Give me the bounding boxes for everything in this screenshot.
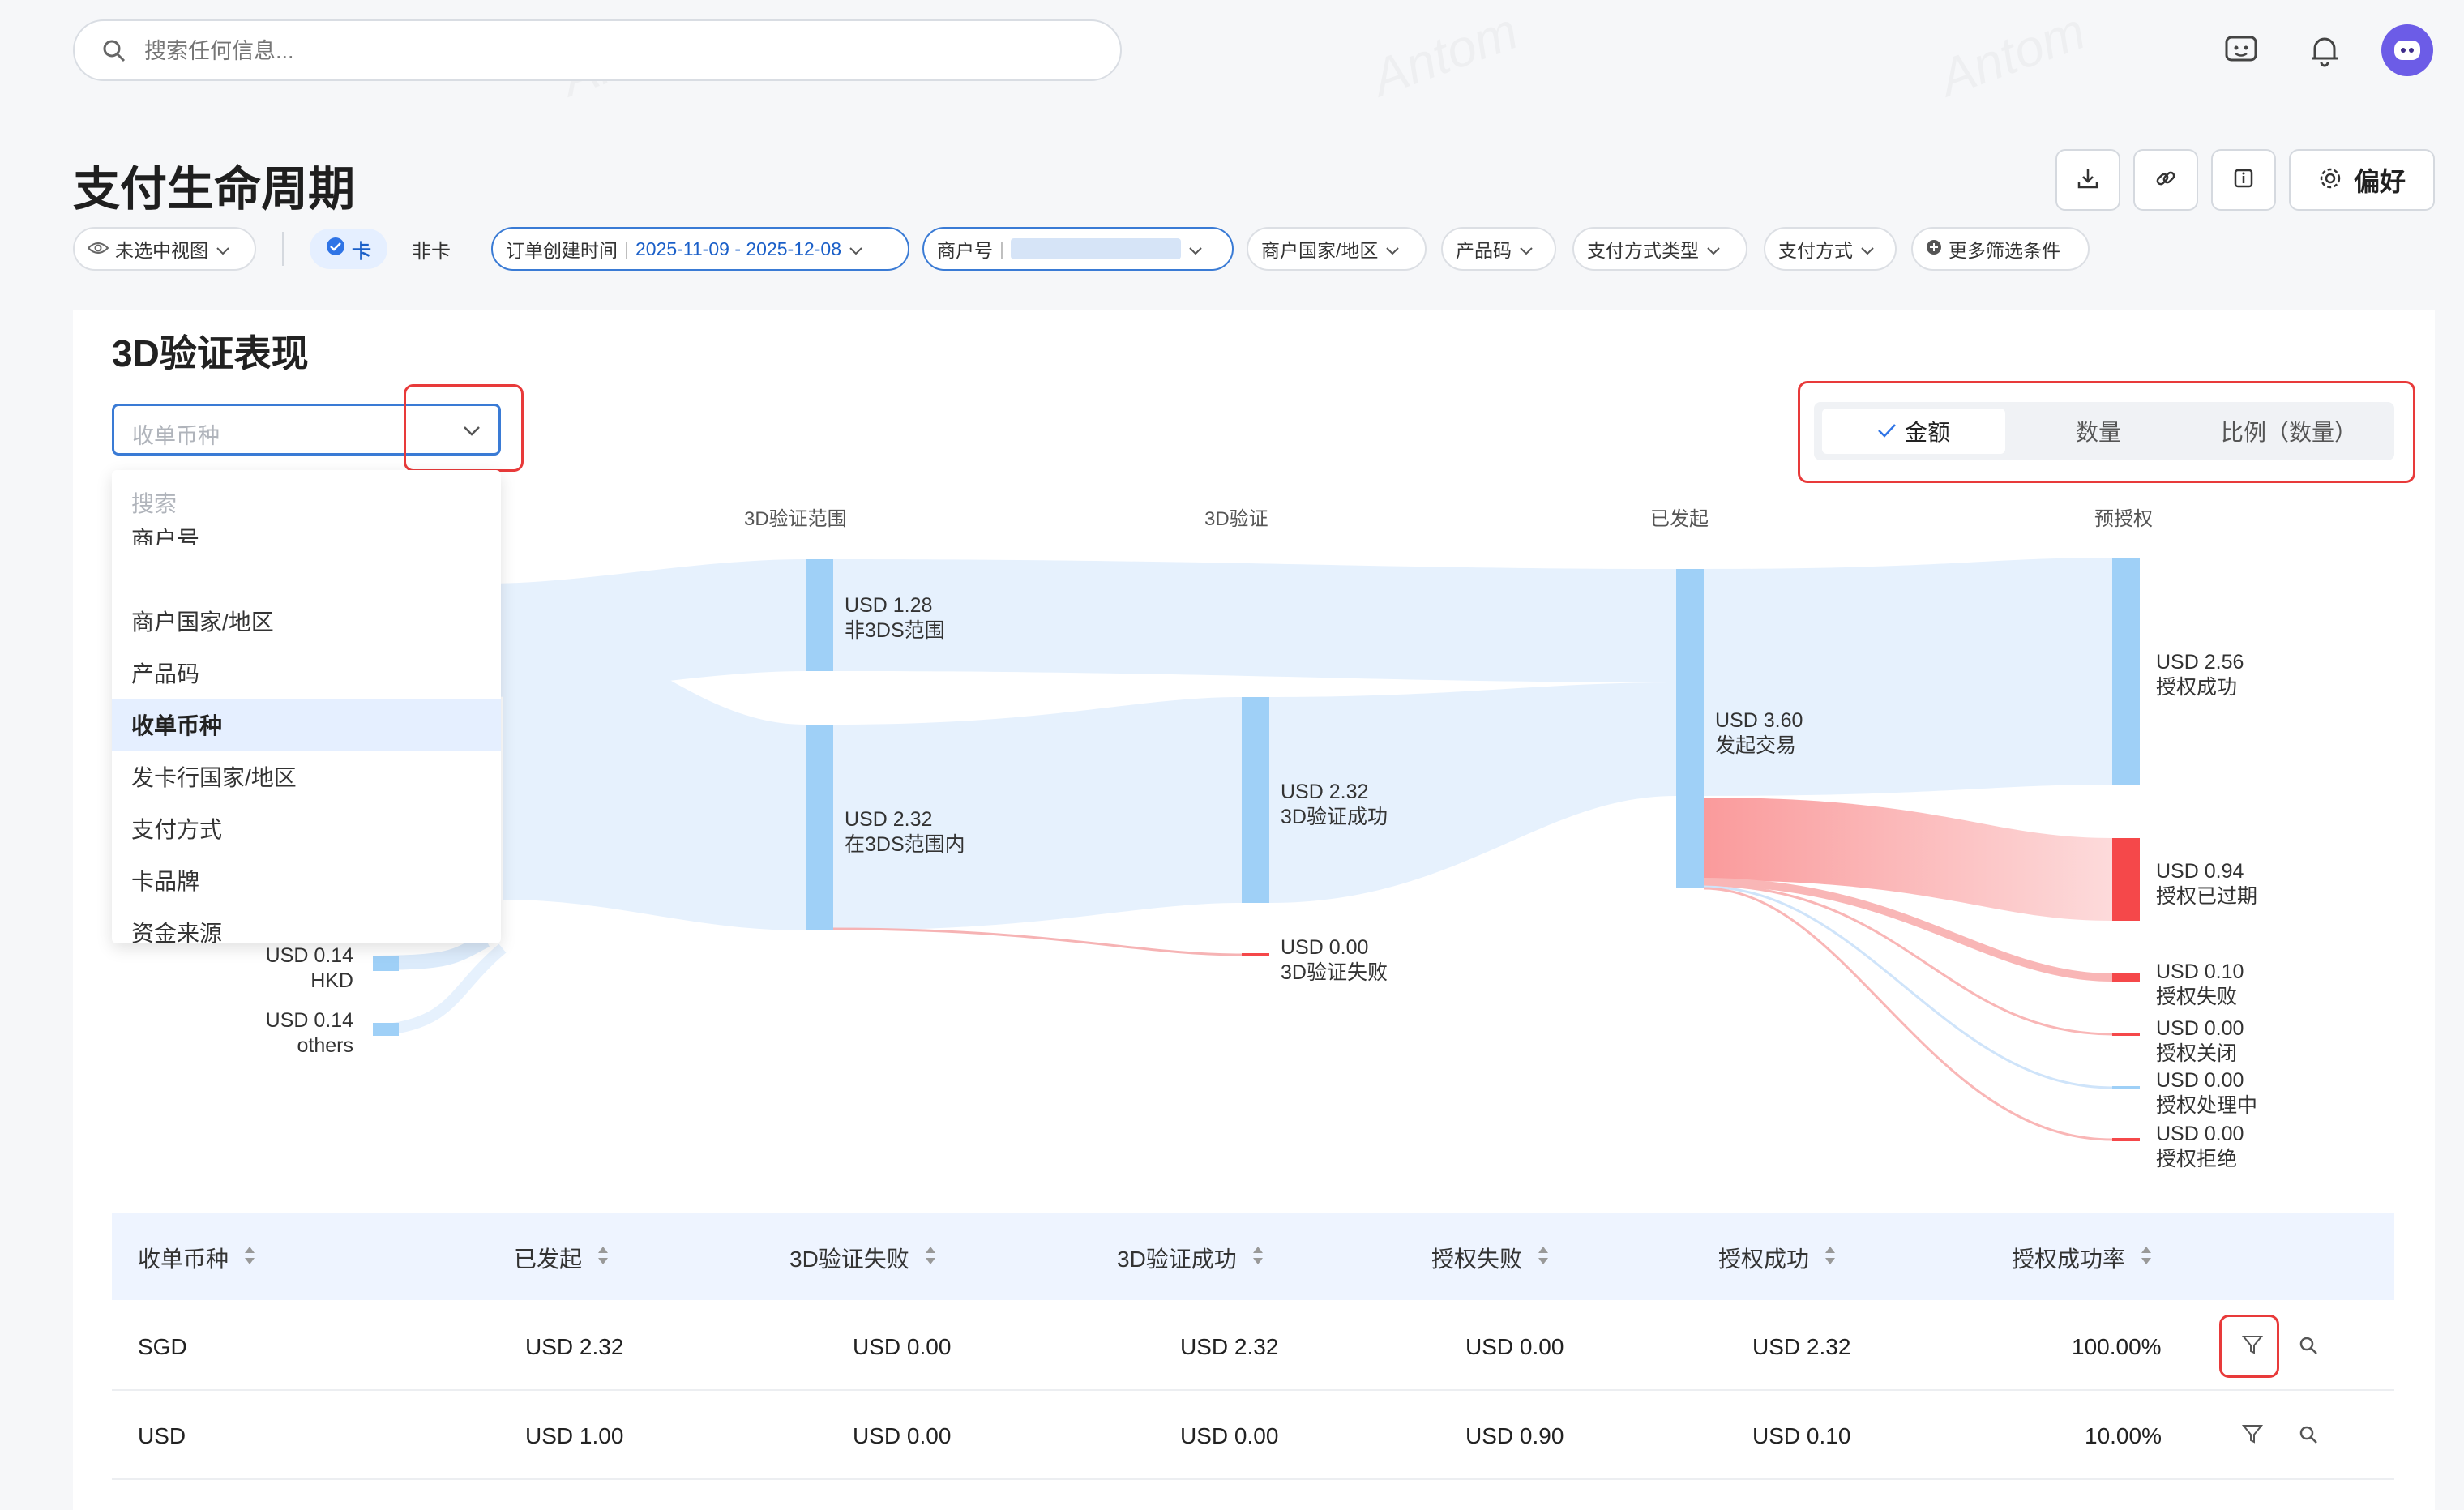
dropdown-item-label: 商户号 (131, 527, 200, 545)
node-label-v-success: USD 2.32 3D验证成功 (1281, 781, 1388, 828)
sort-icon[interactable] (1824, 1245, 1837, 1272)
col-header-initiated[interactable]: 已发起 (514, 1242, 610, 1274)
table-cell: USD 0.90 (1465, 1423, 1564, 1448)
node-auth-closed[interactable] (2112, 1033, 2140, 1036)
table-cell: USD 2.32 (1180, 1334, 1279, 1359)
dropdown-item[interactable]: 商户国家/地区 (112, 595, 501, 647)
node-non3ds[interactable] (806, 559, 833, 671)
flow-initiated-auth-success (1704, 558, 2112, 796)
node-initiated[interactable] (1676, 569, 1704, 888)
dropdown-item-selected[interactable]: 收单币种 (112, 699, 501, 751)
table-cell: USD 2.32 (1752, 1334, 1851, 1359)
highlight-box (2219, 1315, 2279, 1378)
node-label-auth-closed: USD 0.00 授权关闭 (2156, 1017, 2244, 1065)
sort-icon[interactable] (1537, 1245, 1550, 1272)
node-label-v-fail: USD 0.00 3D验证失败 (1281, 936, 1388, 984)
dropdown-item[interactable]: 发卡行国家/地区 (112, 751, 501, 802)
table-cell: USD 0.00 (853, 1423, 952, 1448)
sankey-column-header: 预授权 (2094, 508, 2153, 530)
node-label-initiated: USD 3.60 发起交易 (1715, 709, 1803, 757)
col-header-3ds-success[interactable]: 3D验证成功 (1117, 1242, 1264, 1274)
flow-initiated-auth-rejected (1703, 887, 2113, 1141)
node-auth-rejected[interactable] (2112, 1138, 2140, 1141)
table-cell: USD 0.10 (1752, 1423, 1851, 1448)
table-cell: SGD (138, 1334, 187, 1359)
node-in3ds[interactable] (806, 725, 833, 930)
dropdown-item-partial[interactable]: 商户号 (112, 520, 501, 545)
table-cell: USD (138, 1423, 186, 1448)
search-icon[interactable] (2299, 1425, 2318, 1448)
node-hkd[interactable] (373, 956, 399, 971)
col-header-3ds-fail[interactable]: 3D验证失败 (789, 1242, 937, 1274)
node-v-fail[interactable] (1242, 953, 1269, 956)
node-label-auth-success: USD 2.56 授权成功 (2156, 651, 2244, 699)
sankey-column-header: 3D验证 (1204, 508, 1268, 530)
table-cell: USD 0.00 (853, 1334, 952, 1359)
node-label-non3ds: USD 1.28 非3DS范围 (845, 594, 945, 642)
col-header-currency[interactable]: 收单币种 (138, 1242, 256, 1274)
node-label-hkd: USD 0.14 HKD (265, 944, 353, 992)
table-cell: 10.00% (2085, 1423, 2162, 1448)
flow-non3ds-initiated (833, 559, 1676, 682)
node-auth-processing[interactable] (2112, 1086, 2140, 1089)
node-label-others: USD 0.14 others (265, 1009, 353, 1057)
dimension-dropdown[interactable]: 搜索 商户号 商户国家/地区 产品码 收单币种 发卡行国家/地区 支付方式 卡品… (112, 470, 501, 943)
filter-icon[interactable] (2241, 1423, 2264, 1448)
node-label-in3ds: USD 2.32 在3DS范围内 (845, 808, 965, 856)
dropdown-item[interactable]: 支付方式 (112, 802, 501, 854)
sankey-column-header: 3D验证范围 (744, 508, 847, 530)
sort-icon[interactable] (2140, 1245, 2153, 1272)
table-cell: USD 0.00 (1180, 1423, 1279, 1448)
table-cell: 100.00% (2072, 1334, 2162, 1359)
flow-initiated-auth-expired (1704, 798, 2112, 921)
node-auth-expired[interactable] (2112, 838, 2140, 921)
table-cell: USD 2.32 (525, 1334, 624, 1359)
sort-icon[interactable] (1251, 1245, 1264, 1272)
sort-icon[interactable] (924, 1245, 937, 1272)
node-label-auth-fail: USD 0.10 授权失败 (2156, 960, 2244, 1008)
col-header-auth-rate[interactable]: 授权成功率 (2012, 1242, 2153, 1274)
node-label-auth-processing: USD 0.00 授权处理中 (2156, 1069, 2258, 1117)
sort-icon[interactable] (597, 1245, 610, 1272)
dropdown-item[interactable]: 资金来源 (112, 906, 501, 943)
flow-in3ds-fail (832, 927, 1243, 956)
node-v-success[interactable] (1242, 697, 1269, 903)
dropdown-item[interactable]: 产品码 (112, 647, 501, 699)
search-icon[interactable] (2299, 1336, 2318, 1359)
col-header-auth-success[interactable]: 授权成功 (1718, 1242, 1837, 1274)
node-auth-fail[interactable] (2112, 973, 2140, 982)
col-header-auth-fail[interactable]: 授权失败 (1431, 1242, 1550, 1274)
sankey-column-header: 已发起 (1650, 508, 1709, 530)
dropdown-item[interactable]: 卡品牌 (112, 854, 501, 906)
node-others[interactable] (373, 1023, 399, 1036)
table-cell: USD 1.00 (525, 1423, 624, 1448)
node-label-auth-rejected: USD 0.00 授权拒绝 (2156, 1123, 2244, 1170)
dropdown-search-placeholder: 搜索 (131, 491, 178, 516)
sort-icon[interactable] (243, 1245, 256, 1272)
table-cell: USD 0.00 (1465, 1334, 1564, 1359)
node-auth-success[interactable] (2112, 558, 2140, 785)
node-label-auth-expired: USD 0.94 授权已过期 (2156, 860, 2258, 908)
